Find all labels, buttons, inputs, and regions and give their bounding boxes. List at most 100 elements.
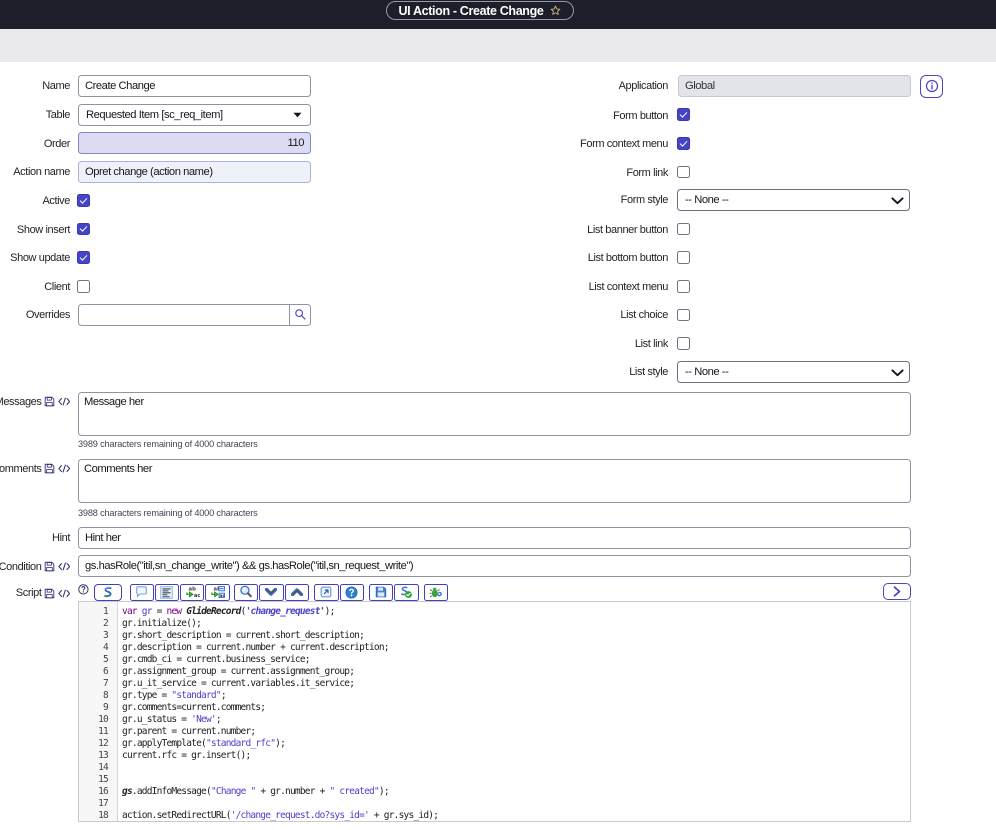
translation-icon[interactable] [44,588,55,599]
line-number-gutter: 123456789101112131415161718 [79,602,118,821]
code-icon[interactable] [58,562,71,571]
open-in-new-window-button[interactable] [314,584,338,601]
hint-label: Hint [52,531,70,545]
find-previous-button[interactable] [285,584,309,601]
show-insert-checkbox[interactable] [77,223,90,236]
condition-input[interactable]: gs.hasRole("itil,sn_change_write") && gs… [78,555,911,577]
table-select[interactable]: Requested Item [sc_req_item] [78,104,311,126]
order-input[interactable]: 110 [78,132,311,154]
code-icon[interactable] [58,464,71,473]
code-line[interactable]: gr.u_status = 'New'; [122,714,221,726]
line-number: 18 [79,810,108,822]
debug-bug-icon [429,586,443,599]
svg-text:ab: ab [188,587,196,593]
editor-expand-button[interactable] [883,583,911,600]
list-style-select[interactable]: -- None -- [677,361,910,383]
order-label: Order [44,137,70,151]
chevron-up-bold-icon [291,588,303,596]
overrides-lookup-button[interactable] [289,304,311,326]
overrides-input[interactable] [78,304,290,326]
star-icon[interactable] [550,5,561,16]
form-context-menu-checkbox[interactable] [677,137,690,150]
name-input[interactable]: Create Change [78,75,311,97]
check-syntax-button[interactable] [394,584,418,601]
debug-button[interactable] [424,584,448,601]
replace-icon: ab ac [185,585,200,599]
editor-help-button[interactable] [340,584,364,601]
overrides-label: Overrides [26,308,70,322]
svg-text:ac: ac [220,594,225,599]
application-input: Global [678,75,911,97]
replace-all-button[interactable]: ab ac [205,584,229,601]
list-choice-label: List choice [620,308,668,322]
show-update-checkbox[interactable] [77,251,90,264]
code-icon[interactable] [58,589,71,598]
list-link-checkbox[interactable] [677,337,690,350]
translation-icon[interactable] [44,561,55,572]
translation-icon[interactable] [44,463,55,474]
active-checkbox[interactable] [77,194,90,207]
application-info-button[interactable] [920,75,943,98]
form-button-checkbox[interactable] [677,108,690,121]
list-choice-checkbox[interactable] [677,309,690,322]
toolbar-group-assistant [94,584,122,601]
list-bottom-button-label: List bottom button [588,251,668,265]
code-line[interactable]: gr.applyTemplate("standard_rfc"); [122,738,285,750]
code-line[interactable]: gr.comments=current.comments; [122,702,265,714]
code-line[interactable]: gr.assignment_group = current.assignment… [122,666,354,678]
show-insert-label: Show insert [17,223,70,237]
line-number: 1 [79,606,108,618]
list-bottom-button-checkbox[interactable] [677,251,690,264]
code-icon[interactable] [58,397,71,406]
code-line[interactable]: gr.short_description = current.short_des… [122,630,364,642]
editor-search-button[interactable] [234,584,258,601]
format-code-button[interactable] [155,584,179,601]
replace-button[interactable]: ab ac [180,584,204,601]
find-next-button[interactable] [259,584,283,601]
line-number: 16 [79,786,108,798]
scripting-assistant-button[interactable] [94,584,122,601]
code-line[interactable]: action.setRedirectURL('/change_request.d… [122,810,438,822]
info-icon [925,79,939,93]
syntax-help-icon[interactable] [78,584,89,595]
form-style-label: Form style [621,193,668,207]
format-lines-icon [160,586,173,599]
script-label: Script [16,586,70,600]
chevron-right-icon [893,586,901,597]
condition-label: Condition [0,560,70,574]
client-label: Client [44,280,70,294]
translation-icon[interactable] [44,396,55,407]
comments-textarea[interactable]: Comments her [78,459,911,503]
line-number: 2 [79,618,108,630]
chevron-down-bold-icon [265,588,277,596]
code-line[interactable]: gs.addInfoMessage("Change " + gr.number … [122,786,389,798]
record-title-pill[interactable]: UI Action - Create Change [386,1,574,20]
hint-input[interactable]: Hint her [78,527,911,549]
messages-counter: 3989 characters remaining of 4000 charac… [78,439,258,449]
list-banner-button-checkbox[interactable] [677,223,690,236]
list-context-menu-checkbox[interactable] [677,280,690,293]
script-code-editor[interactable]: 123456789101112131415161718 var gr = new… [78,601,911,822]
code-line[interactable]: current.rfc = gr.insert(); [122,750,250,762]
code-line[interactable]: gr.u_it_service = current.variables.it_s… [122,678,354,690]
code-line[interactable]: var gr = new GlideRecord('change_request… [122,606,335,618]
editor-save-button[interactable] [369,584,393,601]
search-icon [294,308,307,321]
line-number: 8 [79,690,108,702]
form-link-checkbox[interactable] [677,166,690,179]
comment-bubble-icon [135,586,148,598]
line-number: 11 [79,726,108,738]
code-line[interactable]: gr.initialize(); [122,618,201,630]
toggle-comment-button[interactable] [130,584,154,601]
code-line[interactable]: gr.cmdb_ci = current.business_service; [122,654,310,666]
toolbar-group-debug [424,584,448,601]
messages-textarea[interactable]: Message her [78,392,911,436]
action-name-input[interactable]: Opret change (action name) [78,161,311,183]
active-label: Active [42,194,70,208]
code-line[interactable]: gr.parent = current.number; [122,726,255,738]
form-style-select[interactable]: -- None -- [677,189,910,211]
client-checkbox[interactable] [77,280,90,293]
code-line[interactable]: gr.type = "standard"; [122,690,226,702]
show-update-label: Show update [10,251,70,265]
code-line[interactable]: gr.description = current.number + curren… [122,642,389,654]
